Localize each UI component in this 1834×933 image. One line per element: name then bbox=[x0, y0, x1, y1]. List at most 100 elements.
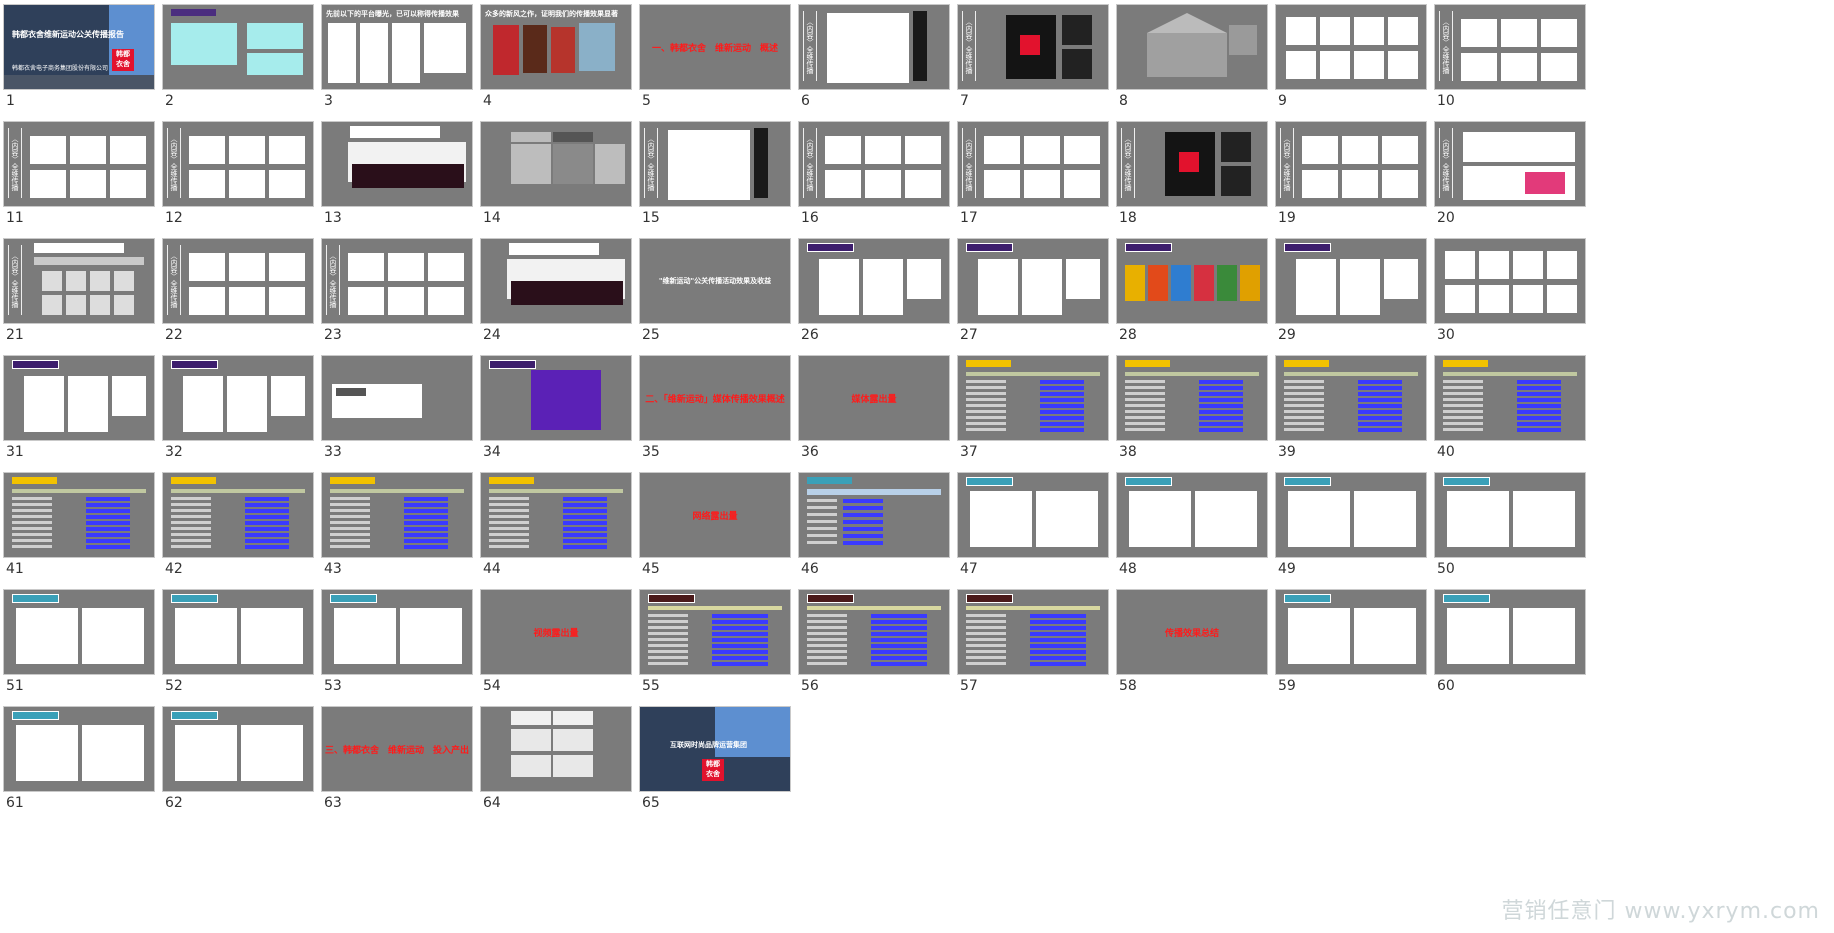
slide-thumbnail[interactable]: 39 bbox=[1276, 356, 1426, 460]
slide-preview[interactable] bbox=[1435, 239, 1585, 323]
slide-thumbnail[interactable]: 互联网时尚品牌运营集团 韩都 衣舍 65 bbox=[640, 707, 790, 811]
slide-preview[interactable] bbox=[481, 473, 631, 557]
slide-preview[interactable] bbox=[1276, 473, 1426, 557]
slide-preview[interactable] bbox=[1276, 356, 1426, 440]
slide-thumbnail[interactable]: 〈内容〉全维传播 11 bbox=[4, 122, 154, 226]
slide-thumbnail[interactable]: 视频露出量 54 bbox=[481, 590, 631, 694]
slide-preview[interactable]: 〈内容〉全维传播 bbox=[958, 5, 1108, 89]
slide-preview[interactable] bbox=[163, 356, 313, 440]
slide-thumbnail[interactable]: 37 bbox=[958, 356, 1108, 460]
slide-preview[interactable]: 视频露出量 bbox=[481, 590, 631, 674]
slide-thumbnail[interactable]: 〈内容〉全维传播 7 bbox=[958, 5, 1108, 109]
slide-thumbnail[interactable]: 61 bbox=[4, 707, 154, 811]
slide-thumbnail[interactable]: 26 bbox=[799, 239, 949, 343]
slide-thumbnail[interactable]: 〈内容〉全维传播 15 bbox=[640, 122, 790, 226]
slide-thumbnail[interactable]: 13 bbox=[322, 122, 472, 226]
slide-preview[interactable]: 〈内容〉全维传播 bbox=[958, 122, 1108, 206]
slide-thumbnail[interactable]: 〈内容〉全维传播 10 bbox=[1435, 5, 1585, 109]
slide-preview[interactable]: "维新运动"公关传播活动效果及收益 bbox=[640, 239, 790, 323]
slide-preview[interactable] bbox=[958, 590, 1108, 674]
slide-thumbnail[interactable]: "维新运动"公关传播活动效果及收益 25 bbox=[640, 239, 790, 343]
slide-preview[interactable]: 〈内容〉全维传播 bbox=[163, 122, 313, 206]
slide-thumbnail[interactable]: 28 bbox=[1117, 239, 1267, 343]
slide-preview[interactable] bbox=[640, 590, 790, 674]
slide-preview[interactable] bbox=[1276, 590, 1426, 674]
slide-preview[interactable] bbox=[1117, 473, 1267, 557]
slide-thumbnail[interactable]: 〈内容〉全维传播 22 bbox=[163, 239, 313, 343]
slide-thumbnail[interactable]: 二、「维新运动」媒体传播效果概述 35 bbox=[640, 356, 790, 460]
slide-preview[interactable]: 〈内容〉全维传播 bbox=[1117, 122, 1267, 206]
slide-thumbnail[interactable]: 40 bbox=[1435, 356, 1585, 460]
slide-thumbnail[interactable]: 〈内容〉全维传播 12 bbox=[163, 122, 313, 226]
slide-thumbnail[interactable]: 43 bbox=[322, 473, 472, 577]
slide-preview[interactable] bbox=[4, 356, 154, 440]
slide-thumbnail[interactable]: 47 bbox=[958, 473, 1108, 577]
slide-preview[interactable]: 〈内容〉全维传播 bbox=[799, 5, 949, 89]
slide-preview[interactable]: 〈内容〉全维传播 bbox=[163, 239, 313, 323]
slide-preview[interactable]: 〈内容〉全维传播 bbox=[799, 122, 949, 206]
slide-preview[interactable]: 传播效果总结 bbox=[1117, 590, 1267, 674]
slide-preview[interactable] bbox=[163, 590, 313, 674]
slide-thumbnail[interactable]: 〈内容〉全维传播 21 bbox=[4, 239, 154, 343]
slide-thumbnail[interactable]: 网络露出量 45 bbox=[640, 473, 790, 577]
slide-thumbnail[interactable]: 韩都衣舍维新运动公关传播报告 韩都衣舍电子商务集团股份有限公司 韩都 衣舍 1 bbox=[4, 5, 154, 109]
slide-thumbnail[interactable]: 53 bbox=[322, 590, 472, 694]
slide-thumbnail[interactable]: 57 bbox=[958, 590, 1108, 694]
slide-thumbnail[interactable]: 29 bbox=[1276, 239, 1426, 343]
slide-thumbnail[interactable]: 27 bbox=[958, 239, 1108, 343]
slide-thumbnail[interactable]: 〈内容〉全维传播 19 bbox=[1276, 122, 1426, 226]
slide-thumbnail[interactable]: 2 bbox=[163, 5, 313, 109]
slide-thumbnail[interactable]: 传播效果总结 58 bbox=[1117, 590, 1267, 694]
slide-thumbnail[interactable]: 41 bbox=[4, 473, 154, 577]
slide-thumbnail[interactable]: 众多的新风之作，证明我们的传播效果显著 4 bbox=[481, 5, 631, 109]
slide-thumbnail[interactable]: 〈内容〉全维传播 23 bbox=[322, 239, 472, 343]
slide-preview[interactable]: 〈内容〉全维传播 bbox=[640, 122, 790, 206]
slide-preview[interactable]: 〈内容〉全维传播 bbox=[1276, 122, 1426, 206]
slide-preview[interactable]: 网络露出量 bbox=[640, 473, 790, 557]
slide-preview[interactable] bbox=[1435, 473, 1585, 557]
slide-thumbnail[interactable]: 59 bbox=[1276, 590, 1426, 694]
slide-preview[interactable]: 三、韩都衣舍 维新运动 投入产出 bbox=[322, 707, 472, 791]
slide-thumbnail[interactable]: 31 bbox=[4, 356, 154, 460]
slide-preview[interactable]: 〈内容〉全维传播 bbox=[4, 122, 154, 206]
slide-thumbnail[interactable]: 62 bbox=[163, 707, 313, 811]
slide-thumbnail[interactable]: 先前以下的平台曝光，已可以称得传播效果 3 bbox=[322, 5, 472, 109]
slide-thumbnail[interactable]: 46 bbox=[799, 473, 949, 577]
slide-thumbnail[interactable]: 〈内容〉全维传播 16 bbox=[799, 122, 949, 226]
slide-thumbnail[interactable]: 42 bbox=[163, 473, 313, 577]
slide-thumbnail[interactable]: 14 bbox=[481, 122, 631, 226]
slide-preview[interactable]: 媒体露出量 bbox=[799, 356, 949, 440]
slide-thumbnail[interactable]: 〈内容〉全维传播 18 bbox=[1117, 122, 1267, 226]
slide-preview[interactable] bbox=[481, 707, 631, 791]
slide-thumbnail[interactable]: 60 bbox=[1435, 590, 1585, 694]
slide-preview[interactable]: 〈内容〉全维传播 bbox=[1435, 122, 1585, 206]
slide-thumbnail[interactable]: 34 bbox=[481, 356, 631, 460]
slide-preview[interactable] bbox=[799, 239, 949, 323]
slide-preview[interactable] bbox=[958, 239, 1108, 323]
slide-thumbnail[interactable]: 8 bbox=[1117, 5, 1267, 109]
slide-preview[interactable] bbox=[1276, 5, 1426, 89]
slide-preview[interactable] bbox=[322, 473, 472, 557]
slide-thumbnail[interactable]: 48 bbox=[1117, 473, 1267, 577]
slide-thumbnail[interactable]: 24 bbox=[481, 239, 631, 343]
slide-thumbnail[interactable]: 50 bbox=[1435, 473, 1585, 577]
slide-preview[interactable] bbox=[799, 590, 949, 674]
slide-preview[interactable]: 互联网时尚品牌运营集团 韩都 衣舍 bbox=[640, 707, 790, 791]
slide-preview[interactable]: 〈内容〉全维传播 bbox=[1435, 5, 1585, 89]
slide-preview[interactable] bbox=[1276, 239, 1426, 323]
slide-thumbnail[interactable]: 44 bbox=[481, 473, 631, 577]
slide-thumbnail[interactable]: 38 bbox=[1117, 356, 1267, 460]
slide-thumbnail[interactable]: 9 bbox=[1276, 5, 1426, 109]
slide-preview[interactable] bbox=[4, 590, 154, 674]
slide-preview[interactable] bbox=[322, 356, 472, 440]
slide-preview[interactable] bbox=[4, 707, 154, 791]
slide-preview[interactable] bbox=[481, 356, 631, 440]
slide-thumbnail[interactable]: 一、韩都衣舍 维新运动 概述 5 bbox=[640, 5, 790, 109]
slide-preview[interactable] bbox=[958, 473, 1108, 557]
slide-thumbnail[interactable]: 56 bbox=[799, 590, 949, 694]
slide-thumbnail[interactable]: 33 bbox=[322, 356, 472, 460]
slide-thumbnail[interactable]: 三、韩都衣舍 维新运动 投入产出 63 bbox=[322, 707, 472, 811]
slide-preview[interactable]: 先前以下的平台曝光，已可以称得传播效果 bbox=[322, 5, 472, 89]
slide-preview[interactable] bbox=[1117, 356, 1267, 440]
slide-preview[interactable]: 众多的新风之作，证明我们的传播效果显著 bbox=[481, 5, 631, 89]
